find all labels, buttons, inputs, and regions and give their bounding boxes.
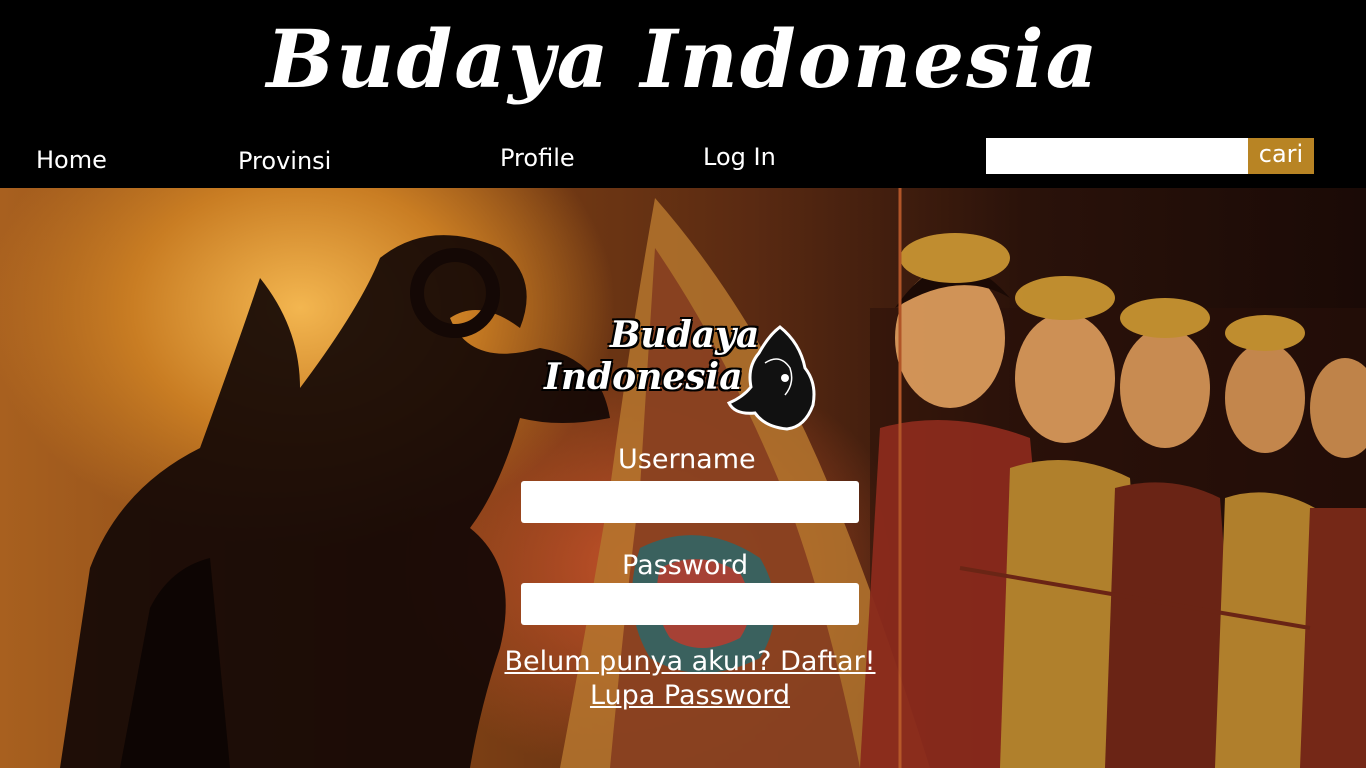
password-input[interactable] — [521, 583, 859, 625]
site-header: Budaya Indonesia Home Provinsi Profile L… — [0, 0, 1366, 188]
username-input[interactable] — [521, 481, 859, 523]
login-logo: Budaya Indonesia — [540, 315, 830, 435]
nav-provinsi[interactable]: Provinsi — [238, 146, 331, 176]
site-title: Budaya Indonesia — [266, 12, 1100, 106]
wayang-kulit-icon — [726, 325, 816, 431]
password-label: Password — [622, 550, 749, 581]
logo-text-line2: Indonesia — [544, 356, 743, 398]
search-button[interactable]: cari — [1248, 138, 1314, 174]
register-link[interactable]: Belum punya akun? Daftar! — [440, 645, 940, 679]
forgot-password-link[interactable]: Lupa Password — [440, 679, 940, 713]
nav-home[interactable]: Home — [36, 145, 107, 175]
nav-profile[interactable]: Profile — [500, 143, 575, 173]
username-label: Username — [618, 444, 756, 475]
nav-login[interactable]: Log In — [703, 142, 776, 172]
search-input[interactable] — [986, 138, 1248, 174]
